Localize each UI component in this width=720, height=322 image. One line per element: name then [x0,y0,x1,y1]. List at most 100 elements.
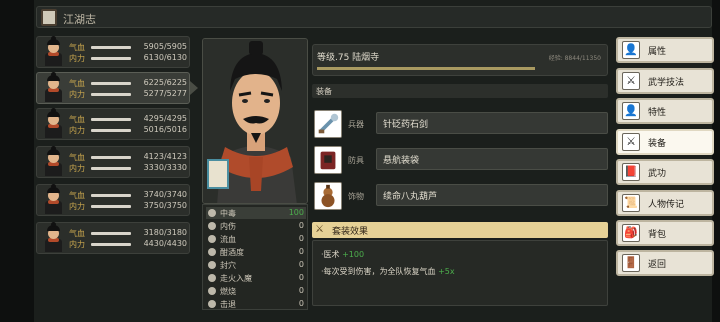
selected-arrow-icon [190,81,198,95]
mp-row: 内力 5016/5016 [69,125,187,135]
bag-icon: 🎒 [622,224,640,242]
status-row: 酣酒度 0 [206,246,306,258]
nav-label: 装备 [648,139,667,149]
set-effect-header[interactable]: ⚔ 套装效果 [312,222,608,238]
nav-7[interactable]: 🎒 背包 [616,220,714,246]
hp-value: 3180/3180 [143,228,187,237]
set-effect-text: ·医术 [321,250,343,259]
hp-row: 气血 5905/5905 [69,42,187,52]
hero-card[interactable]: 气血 4123/4123 内力 3330/3330 [36,146,190,178]
status-name: 内伤 [220,222,236,231]
page-title: 江湖志 [63,13,96,26]
avatar-hat [47,108,60,117]
equipment-slot[interactable]: 饰物 续命八丸葫芦 [312,182,608,212]
status-row: 封穴 0 [206,259,306,271]
nav-8[interactable]: 🚪 返回 [616,250,714,276]
status-row: 走火入魔 0 [206,272,306,284]
mp-label: 内力 [69,126,85,135]
avatar [40,146,67,176]
equipment-slot[interactable]: 防具 悬航装袋 [312,146,608,176]
set-effect-bonus: +100 [342,250,365,259]
status-icon [208,300,216,308]
set-effect-line: ·每次受到伤害，为全队恢复气血 +5x [321,266,455,277]
mp-value: 5277/5277 [143,89,187,98]
mp-value: 3750/3750 [143,201,187,210]
hero-card[interactable]: 气血 6225/6225 内力 5277/5277 [36,72,190,104]
hp-bar [91,156,131,159]
hero-card[interactable]: 气血 3180/3180 内力 4430/4430 [36,222,190,254]
mp-value: 6130/6130 [143,53,187,62]
status-value: 0 [298,247,304,256]
status-icon [208,261,216,269]
hero-card[interactable]: 气血 4295/4295 内力 5016/5016 [36,108,190,140]
nav-label: 背包 [648,230,667,240]
character-portrait [202,38,308,204]
hp-label: 气血 [69,229,85,238]
hp-label: 气血 [69,79,85,88]
hp-row: 气血 3180/3180 [69,228,187,238]
door-icon: 🚪 [622,254,640,272]
hero-card[interactable]: 气血 3740/3740 内力 3750/3750 [36,184,190,216]
avatar-hat [47,184,60,193]
equipment-name-box[interactable]: 针砭药石剑 [376,112,608,134]
sword-icon: ⚔ [315,224,324,235]
mp-row: 内力 3330/3330 [69,163,187,173]
mp-label: 内力 [69,54,85,63]
avatar [40,222,67,252]
mp-label: 内力 [69,202,85,211]
mp-bar [91,129,131,132]
sword-icon[interactable] [314,110,342,138]
hp-label: 气血 [69,115,85,124]
status-icon [208,209,216,217]
nav-5[interactable]: 📕 武功 [616,159,714,185]
gourd-icon[interactable] [314,182,342,210]
exp-bar [317,67,536,70]
status-value: 0 [298,234,304,243]
character-info: 等级.75 陆烟寺 经验: 8844/11350 [312,44,608,76]
hp-label: 气血 [69,43,85,52]
equipment-category: 防具 [348,156,364,165]
equipment-header-label: 装备 [316,87,332,96]
nav-2[interactable]: ⚔ 武学技法 [616,68,714,94]
hero-card[interactable]: 气血 5905/5905 内力 6130/6130 [36,36,190,68]
equipment-name-box[interactable]: 悬航装袋 [376,148,608,170]
nav-label: 属性 [648,47,667,57]
mp-bar [91,205,131,208]
mp-bar [91,243,131,246]
status-icon [208,248,216,256]
status-row: 燃烧 0 [206,285,306,297]
mp-row: 内力 3750/3750 [69,201,187,211]
set-effect-label: 套装效果 [332,227,369,237]
set-effect-bonus: +5x [438,267,455,276]
swords-icon: ⚔ [622,72,640,90]
nav-3[interactable]: 👤 特性 [616,98,714,124]
hp-value: 4295/4295 [143,114,187,123]
status-icon [208,287,216,295]
equipment-name-box[interactable]: 续命八丸葫芦 [376,184,608,206]
equipment-slot[interactable]: 兵器 针砭药石剑 [312,110,608,140]
mp-value: 5016/5016 [143,125,187,134]
status-row: 击退 0 [206,298,306,310]
top-bar: 江湖志 [36,6,712,28]
armor-icon[interactable] [314,146,342,174]
nav-label: 返回 [648,260,667,270]
book-icon[interactable] [41,9,57,26]
mp-bar [91,167,131,170]
equipment-category: 饰物 [348,192,364,201]
nav-4[interactable]: ⚔ 装备 [616,129,714,155]
nav-1[interactable]: 👤 属性 [616,37,714,63]
avatar-hat [47,36,60,45]
status-value: 0 [298,260,304,269]
nav-label: 武学技法 [648,78,685,88]
avatar [40,72,67,102]
equipment-name: 续命八丸葫芦 [383,192,438,202]
exp-text: 经验: 8844/11350 [548,55,601,62]
mp-value: 3330/3330 [143,163,187,172]
hp-value: 6225/6225 [143,78,187,87]
nav-6[interactable]: 📜 人物传记 [616,190,714,216]
hp-bar [91,232,131,235]
hp-row: 气血 3740/3740 [69,190,187,200]
status-row: 流血 0 [206,233,306,245]
mp-bar [91,93,131,96]
equipment-header: 装备 [312,84,608,98]
